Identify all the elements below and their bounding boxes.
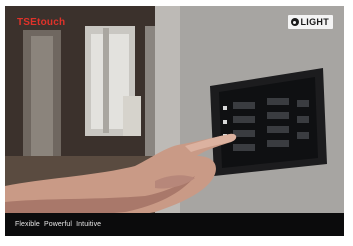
tagline: Flexible Powerful Intuitive — [15, 221, 102, 228]
logo-text: LIGHT — [300, 17, 329, 27]
hero-banner: TSEtouch LIGHT Flexible Powerful Intuiti… — [5, 6, 344, 236]
brand-logo: LIGHT — [287, 15, 333, 29]
product-title: TSEtouch — [17, 17, 66, 28]
footer-strip: Flexible Powerful Intuitive — [5, 213, 344, 236]
circle-o-icon — [290, 18, 299, 26]
photo-finger-touching-wall-panel — [5, 6, 344, 236]
